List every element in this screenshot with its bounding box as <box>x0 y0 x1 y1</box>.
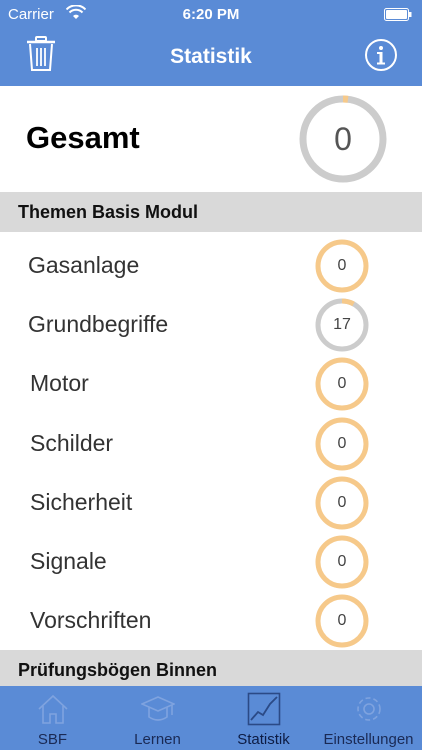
graduation-cap-icon <box>141 696 175 721</box>
tab-label: Einstellungen <box>323 731 414 748</box>
tab-bar: SBF Lernen Statistik Einstellungen <box>0 686 422 750</box>
topic-progress-ring: 0 <box>315 239 369 293</box>
tab-label: Lernen <box>134 731 181 748</box>
overall-label: Gesamt <box>26 120 140 155</box>
section-title: Prüfungsbögen Binnen <box>18 660 217 680</box>
topic-value: 0 <box>337 553 347 570</box>
topic-label: Grundbegriffe <box>28 311 169 338</box>
tab-sbf[interactable]: SBF <box>0 686 105 750</box>
topic-value: 0 <box>337 257 347 274</box>
overall-value: 0 <box>334 121 352 157</box>
overall-progress-ring: 0 <box>298 94 388 184</box>
info-icon[interactable] <box>364 38 398 72</box>
topic-progress-ring: 17 <box>315 298 369 352</box>
tab-label: SBF <box>37 731 68 748</box>
section-header: Themen Basis Modul <box>0 192 422 232</box>
topic-value: 0 <box>337 375 347 393</box>
topic-label: Schilder <box>30 429 114 456</box>
topic-progress-ring: 0 <box>315 594 369 648</box>
gear-icon <box>357 697 381 721</box>
topic-row[interactable]: Grundbegriffe 17 <box>0 295 422 354</box>
tab-einstellungen[interactable]: Einstellungen <box>316 686 421 750</box>
chart-icon <box>247 692 281 726</box>
topic-row[interactable]: Gasanlage 0 <box>0 236 422 295</box>
section-title: Themen Basis Modul <box>18 202 199 222</box>
battery-icon <box>384 8 412 21</box>
topic-label: Vorschriften <box>30 607 152 634</box>
topic-row[interactable]: Signale 0 <box>0 532 422 591</box>
status-bar: Carrier 6:20 PM <box>0 0 422 30</box>
overall-row[interactable]: Gesamt 0 <box>0 86 422 192</box>
tab-lernen[interactable]: Lernen <box>105 686 210 750</box>
topic-row[interactable]: Motor 0 <box>0 354 422 413</box>
topic-progress-ring: 0 <box>315 417 369 471</box>
topic-value: 17 <box>333 316 351 334</box>
home-icon <box>38 694 68 724</box>
topic-value: 0 <box>337 434 347 452</box>
topic-label: Motor <box>30 370 89 397</box>
topic-value: 0 <box>337 612 347 630</box>
tab-label: Statistik <box>237 731 290 748</box>
topic-row[interactable]: Sicherheit 0 <box>0 473 422 532</box>
topic-row[interactable]: Schilder 0 <box>0 414 422 473</box>
topic-label: Signale <box>30 548 107 574</box>
topic-progress-ring: 0 <box>315 535 369 589</box>
topic-label: Gasanlage <box>28 252 140 278</box>
tab-statistik[interactable]: Statistik <box>211 686 316 750</box>
topic-row[interactable]: Vorschriften 0 <box>0 591 422 650</box>
topic-label: Sicherheit <box>30 488 133 515</box>
section-header: Prüfungsbögen Binnen <box>0 650 422 690</box>
topic-value: 0 <box>337 493 347 511</box>
page-title: Statistik <box>170 45 252 68</box>
clock: 6:20 PM <box>182 6 240 23</box>
navigation-bar: Statistik <box>0 30 422 86</box>
topic-progress-ring: 0 <box>315 476 369 530</box>
topic-progress-ring: 0 <box>315 357 369 411</box>
